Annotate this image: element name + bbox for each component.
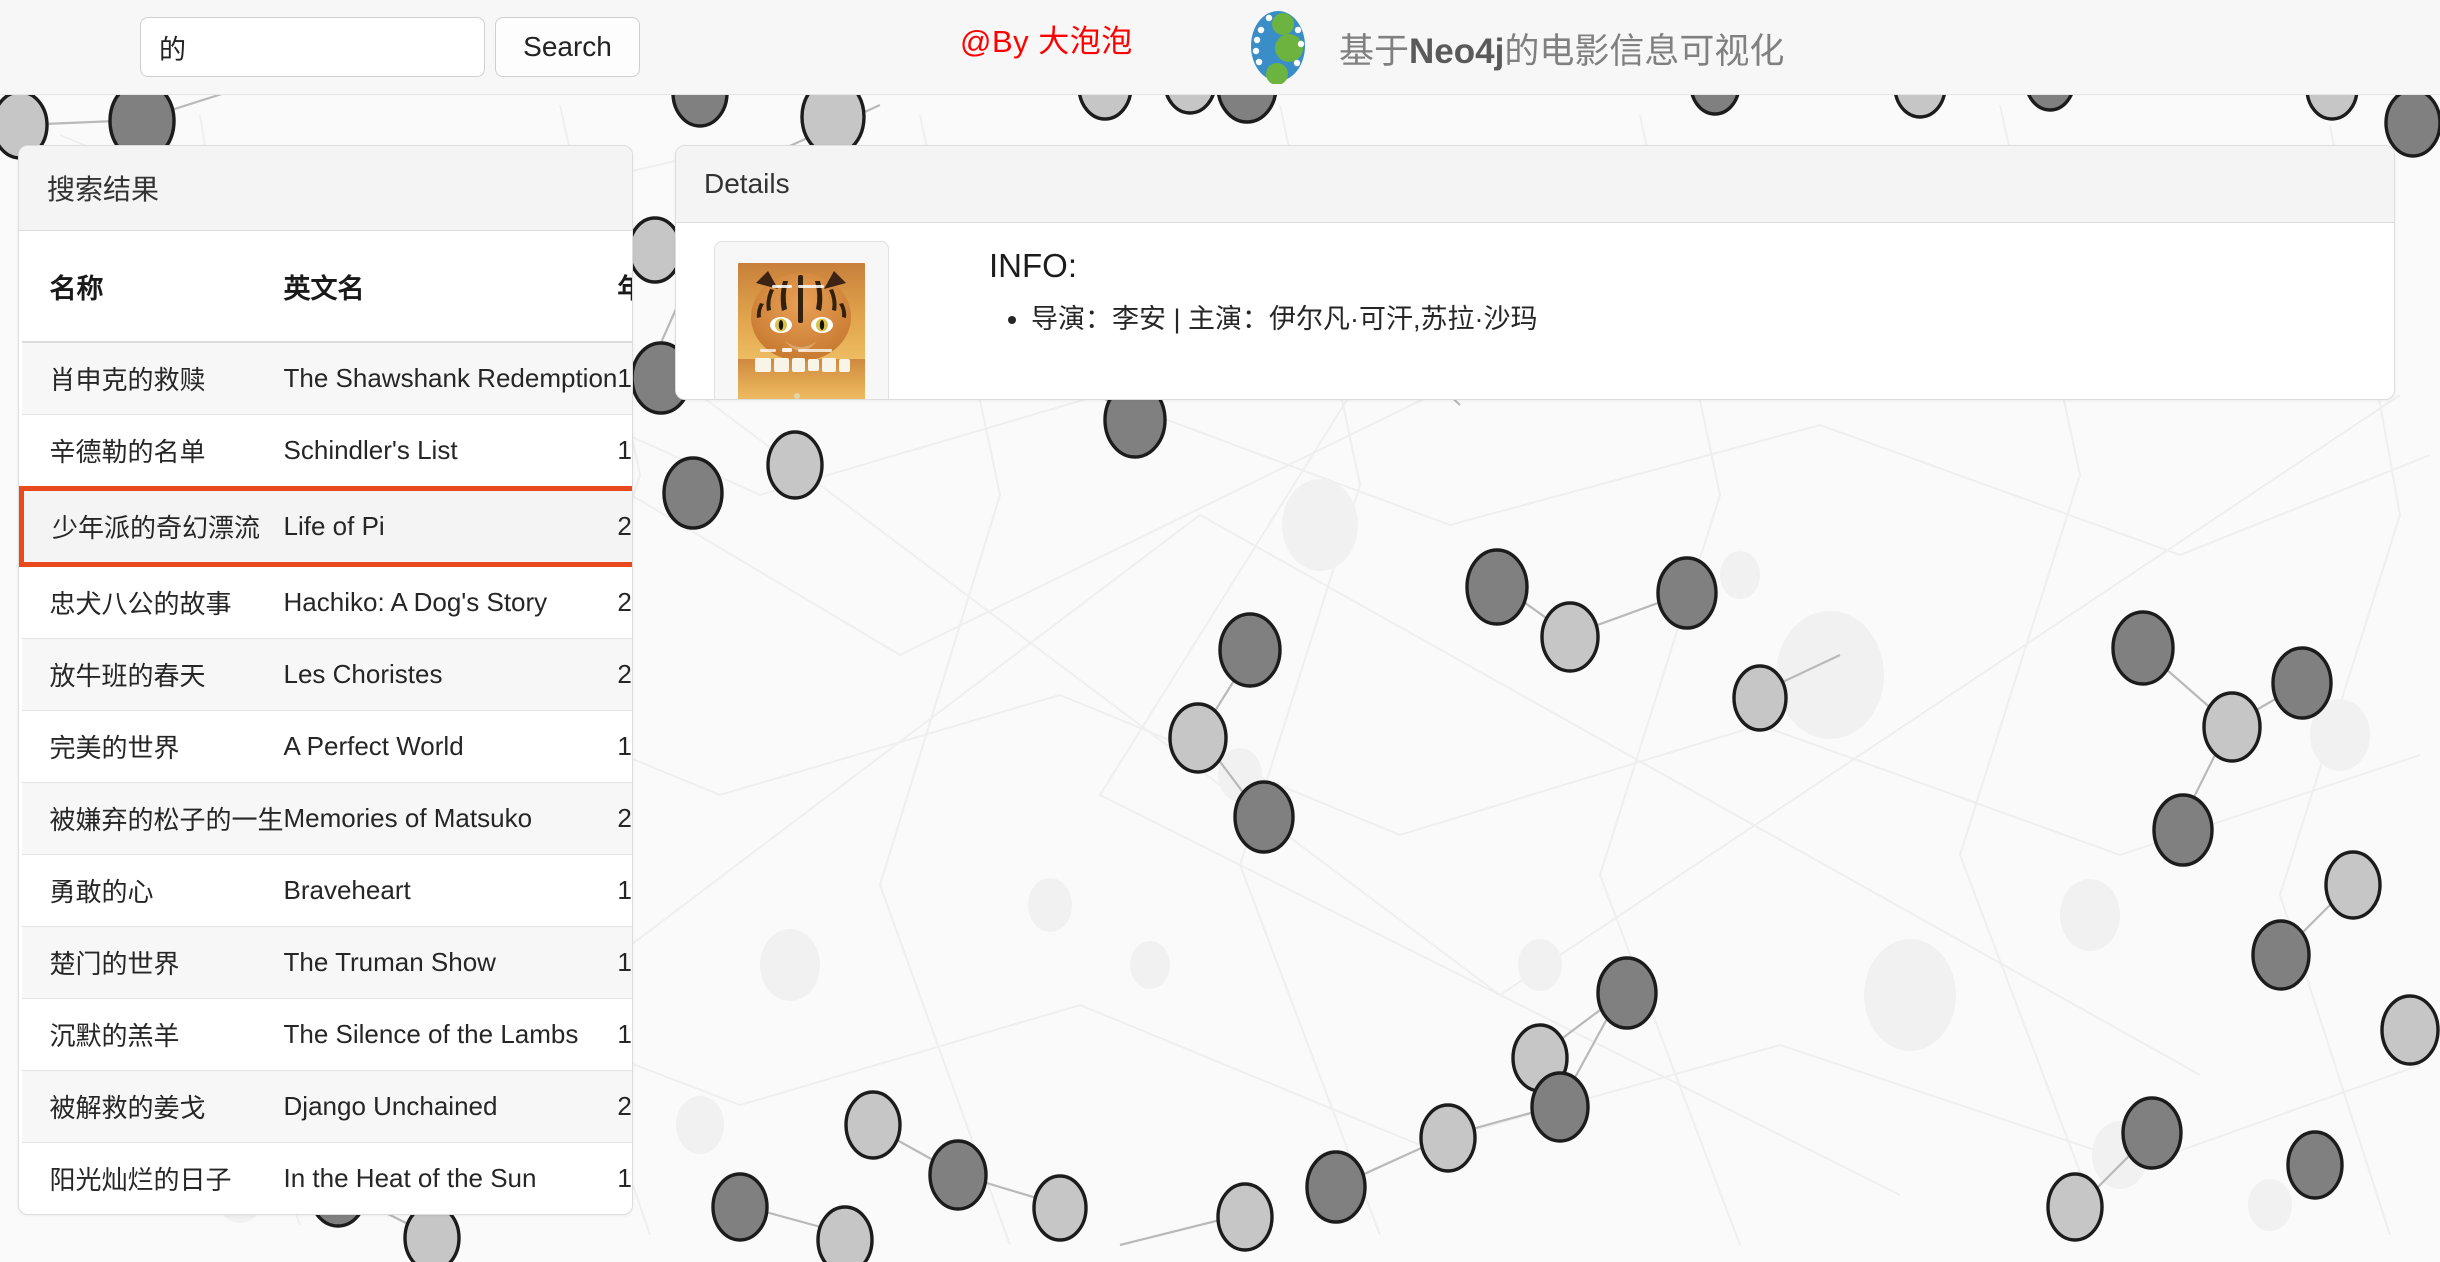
movie-year-cell: 2006 — [617, 782, 632, 855]
movie-year-cell: 1994 — [617, 1142, 632, 1214]
brand-title: 基于Neo4j的电影信息可视化 — [1339, 32, 1785, 71]
column-header-name[interactable]: 名称 — [21, 231, 284, 343]
movie-year-cell: 1995 — [617, 854, 632, 927]
movie-name-cell: 完美的世界 — [21, 710, 284, 783]
movie-english-name-cell: Braveheart — [283, 854, 618, 927]
table-row[interactable]: 被解救的姜戈Django Unchained201287 — [21, 1070, 632, 1143]
info-heading: INFO: — [989, 247, 1077, 284]
movie-name-cell: 辛德勒的名单 — [21, 414, 284, 489]
table-body: 肖申克的救赎The Shawshank Redemption19941辛德勒的名… — [19, 341, 632, 1214]
movie-name-cell: 放牛班的春天 — [21, 638, 284, 711]
movie-english-name-cell: The Truman Show — [283, 926, 618, 999]
app-root: Search @By 大泡泡 — [0, 0, 2440, 1262]
movie-english-name-cell: Life of Pi — [283, 486, 618, 567]
movie-year-cell: 2009 — [617, 564, 632, 639]
table-row[interactable]: 阳光灿烂的日子In the Heat of the Sun199491 — [21, 1142, 632, 1214]
table-row[interactable]: 少年派的奇幻漂流Life of Pi201227 — [19, 486, 632, 567]
details-panel: Details INFO: • 导演：李安 | 主演：伊尔凡·可汗,苏拉·沙玛 — [675, 145, 2395, 400]
movie-year-cell: 1994 — [617, 341, 632, 415]
movie-poster-image — [738, 263, 865, 399]
table-row[interactable]: 放牛班的春天Les Choristes200435 — [21, 638, 632, 711]
movie-year-cell: 1993 — [617, 414, 632, 489]
table-row[interactable]: 完美的世界A Perfect World199345 — [21, 710, 632, 783]
table-header-row: 名称 英文名 年份 评分 — [21, 231, 632, 343]
movie-name-cell: 阳光灿烂的日子 — [21, 1142, 284, 1214]
info-list: 导演：李安 | 主演：伊尔凡·可汗,苏拉·沙玛 — [989, 299, 1538, 340]
movie-english-name-cell: Hachiko: A Dog's Story — [283, 564, 618, 639]
movie-name-cell: 勇敢的心 — [21, 854, 284, 927]
search-results-table: 名称 英文名 年份 评分 肖申克的救赎The Shawshank Redempt… — [19, 231, 632, 1214]
movie-english-name-cell: Les Choristes — [283, 638, 618, 711]
table-row[interactable]: 勇敢的心Braveheart199577 — [21, 854, 632, 927]
movie-english-name-cell: Schindler's List — [283, 414, 618, 489]
neo4j-logo-icon — [1245, 8, 1311, 89]
movie-poster-card — [714, 241, 889, 399]
table-row[interactable]: 忠犬八公的故事Hachiko: A Dog's Story200929 — [21, 564, 632, 639]
movie-year-cell: 2012 — [617, 486, 632, 567]
movie-name-cell: 沉默的羔羊 — [21, 998, 284, 1071]
details-title: Details — [676, 146, 2394, 223]
movie-english-name-cell: In the Heat of the Sun — [283, 1142, 618, 1214]
details-body: INFO: 导演：李安 | 主演：伊尔凡·可汗,苏拉·沙玛 — [676, 223, 2394, 399]
table-row[interactable]: 肖申克的救赎The Shawshank Redemption19941 — [21, 341, 632, 415]
movie-year-cell: 1998 — [617, 926, 632, 999]
search-results-panel: 搜索结果 名称 英文名 年份 评分 肖申克的救赎The Shawshank Re… — [18, 145, 633, 1215]
movie-year-cell: 2004 — [617, 638, 632, 711]
movie-name-cell: 忠犬八公的故事 — [21, 564, 284, 639]
top-header-bar: Search @By 大泡泡 — [0, 0, 2440, 95]
movie-english-name-cell: Django Unchained — [283, 1070, 618, 1143]
movie-name-cell: 被嫌弃的松子的一生 — [21, 782, 284, 855]
byline-credit: @By 大泡泡 — [960, 24, 1133, 59]
brand-block: 基于Neo4j的电影信息可视化 — [1245, 8, 1784, 89]
column-header-english[interactable]: 英文名 — [283, 231, 618, 343]
movie-year-cell: 1991 — [617, 998, 632, 1071]
movie-english-name-cell: The Shawshank Redemption — [283, 341, 618, 415]
column-header-year[interactable]: 年份 — [617, 231, 632, 343]
movie-year-cell: 2012 — [617, 1070, 632, 1143]
table-row[interactable]: 楚门的世界The Truman Show199879 — [21, 926, 632, 999]
table-row[interactable]: 被嫌弃的松子的一生Memories of Matsuko200663 — [21, 782, 632, 855]
search-results-title: 搜索结果 — [19, 146, 632, 231]
info-block: INFO: 导演：李安 | 主演：伊尔凡·可汗,苏拉·沙玛 — [989, 241, 1538, 399]
movie-english-name-cell: The Silence of the Lambs — [283, 998, 618, 1071]
movie-name-cell: 被解救的姜戈 — [21, 1070, 284, 1143]
movie-name-cell: 楚门的世界 — [21, 926, 284, 999]
table-row[interactable]: 沉默的羔羊The Silence of the Lambs199184 — [21, 998, 632, 1071]
info-list-item: 导演：李安 | 主演：伊尔凡·可汗,苏拉·沙玛 — [1031, 299, 1538, 340]
movie-english-name-cell: A Perfect World — [283, 710, 618, 783]
table-head: 名称 英文名 年份 评分 — [21, 231, 632, 343]
search-button[interactable]: Search — [495, 17, 640, 77]
movie-year-cell: 1993 — [617, 710, 632, 783]
movie-english-name-cell: Memories of Matsuko — [283, 782, 618, 855]
search-input[interactable] — [140, 17, 485, 77]
movie-name-cell: 肖申克的救赎 — [21, 341, 284, 415]
movie-name-cell: 少年派的奇幻漂流 — [19, 486, 284, 567]
table-row[interactable]: 辛德勒的名单Schindler's List19934 — [21, 414, 632, 489]
